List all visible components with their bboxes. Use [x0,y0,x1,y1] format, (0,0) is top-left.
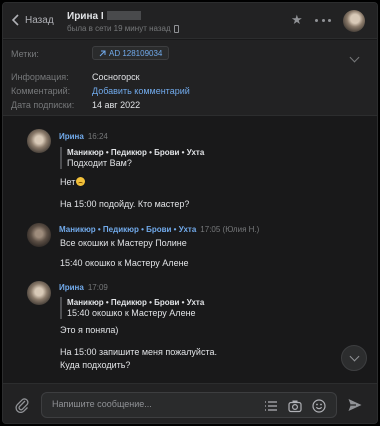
message-time: 17:09 [87,283,108,292]
reply-quote[interactable]: Маникюр • Педикюр • Брови • Ухта Подходи… [60,147,204,169]
message-list: Ирина 16:24 Маникюр • Педикюр • Брови • У… [3,117,377,383]
comment-row: Комментарий: Добавить комментарий [11,86,190,96]
chevron-down-icon[interactable] [349,52,360,63]
message-sender[interactable]: Ирина 16:24 [59,132,108,141]
message-text: На 15:00 подойду. Кто мастер? [60,199,190,209]
tags-row: Метки: AD 128109034 [11,46,170,60]
list-icon[interactable] [264,399,278,413]
tags-label: Метки: [11,49,39,59]
chevron-down-icon [349,351,360,362]
message-sender[interactable]: Ирина 17:09 [59,283,108,292]
comment-label: Комментарий: [11,86,71,96]
message-time: 16:24 [87,132,108,141]
message-text: На 15:00 запишите меня пожалуйста. [60,347,217,357]
back-label: Назад [25,14,54,26]
date-row: Дата подписки: 14 авг 2022 [11,100,140,110]
quote-title: Маникюр • Педикюр • Брови • Ухта [67,298,205,307]
header-avatar[interactable] [343,10,365,32]
contact-name[interactable]: Ирина I [67,11,141,22]
redacted-surname [106,11,141,20]
send-icon[interactable] [347,397,363,413]
paperclip-icon[interactable] [15,397,29,413]
message-text: Это я поняла) [60,325,119,335]
chat-header: Назад Ирина I была в сети 19 минут назад… [3,3,377,39]
tag-text: AD 128109034 [109,48,163,58]
back-button[interactable]: Назад [11,14,54,26]
message-sender[interactable]: Маникюр • Педикюр • Брови • Ухта 17:05 (Ю… [59,225,259,234]
arrow-icon [99,50,106,56]
info-label: Информация: [11,72,69,82]
chat-window: Назад Ирина I была в сети 19 минут назад… [2,2,378,424]
quote-title: Маникюр • Педикюр • Брови • Ухта [67,148,205,157]
add-comment-link[interactable]: Добавить комментарий [92,86,190,96]
smile-icon[interactable] [312,399,326,413]
status-text: была в сети 19 минут назад [67,24,171,33]
message-text: Все окошки к Мастеру Полине [60,238,187,248]
reply-quote[interactable]: Маникюр • Педикюр • Брови • Ухта 15:40 о… [60,297,204,319]
camera-icon[interactable] [288,399,302,413]
more-icon[interactable] [315,13,331,27]
info-value: Сосногорск [92,72,140,82]
message-composer [3,383,377,423]
info-row: Информация: Сосногорск [11,72,140,82]
sender-name: Маникюр • Педикюр • Брови • Ухта [59,225,197,234]
message-line: Нет [60,177,76,187]
chevron-left-icon [11,14,19,26]
sender-name: Ирина [59,283,84,292]
avatar[interactable] [27,129,51,153]
quote-text: 15:40 окошко к Мастеру Алене [67,308,196,318]
avatar[interactable] [27,281,51,305]
message-input[interactable] [52,399,252,409]
scroll-down-button[interactable] [341,345,367,371]
sad-emoji-icon [76,177,86,186]
message-text: Нет [60,177,86,188]
contact-info-panel: Метки: AD 128109034 Информация: Сосногор… [3,40,377,116]
contact-status: была в сети 19 минут назад [67,24,179,33]
sender-name: Ирина [59,132,84,141]
message-input-box[interactable] [41,392,337,418]
quote-text: Подходит Вам? [67,158,132,168]
star-icon[interactable]: ★ [291,13,305,27]
message-time: 17:05 (Юлия Н.) [200,225,260,234]
date-value: 14 авг 2022 [92,100,141,110]
message-text: 15:40 окошко к Мастеру Алене [60,258,189,268]
date-label: Дата подписки: [11,100,75,110]
avatar[interactable] [27,223,51,247]
mobile-icon [173,24,179,33]
tag-chip[interactable]: AD 128109034 [92,46,170,60]
contact-name-text: Ирина I [67,11,104,22]
message-text: Куда подходить? [60,360,131,370]
